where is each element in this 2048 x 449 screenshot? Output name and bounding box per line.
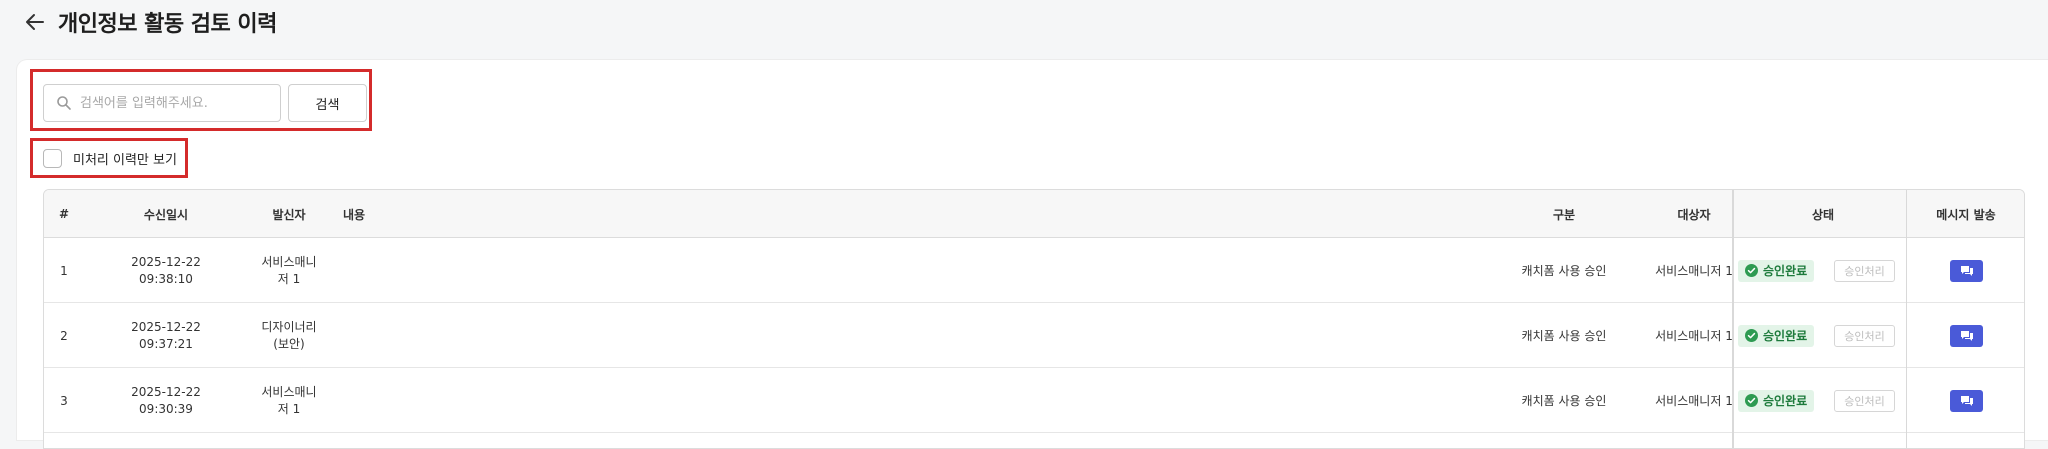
col-message: 메시지 발송 <box>1936 207 1996 222</box>
approve-button: 승인처리 <box>1834 389 1895 412</box>
table-row[interactable]: 3 2025-12-22 09:30:39 서비스매니 저 1 캐치폼 사용 승인 … <box>44 368 2024 433</box>
col-status: 상태 <box>1811 207 1835 222</box>
row-content <box>343 238 1443 303</box>
send-message-button[interactable] <box>1950 389 1983 412</box>
row-num: 2 <box>60 328 68 343</box>
row-target: 서비스매니저 1 <box>1655 264 1733 278</box>
send-message-button[interactable] <box>1950 259 1983 282</box>
table-header: # 수신일시 발신자 내용 구분 대상자 상태 메시지 발송 <box>44 190 2024 238</box>
row-received: 2025-12-22 09:38:10 <box>131 254 201 286</box>
page-title: 개인정보 활동 검토 이력 <box>58 12 277 37</box>
col-received: 수신일시 <box>143 207 189 222</box>
chat-bubbles-icon <box>1960 395 1973 406</box>
back-button[interactable] <box>22 9 48 35</box>
search-button[interactable]: 검색 <box>288 84 367 122</box>
unprocessed-checkbox[interactable] <box>43 148 62 168</box>
approve-action: 승인처리 <box>1834 368 1904 433</box>
row-sender: 디자이너리 (보안) <box>261 319 317 351</box>
column-divider-message <box>1906 190 1907 448</box>
unprocessed-filter-label: 미처리 이력만 보기 <box>73 152 177 168</box>
search-field[interactable] <box>80 95 270 111</box>
approve-button: 승인처리 <box>1834 324 1895 347</box>
row-target: 서비스매니저 1 <box>1655 394 1733 408</box>
table-row[interactable]: 1 2025-12-22 09:38:10 서비스매니 저 1 캐치폼 사용 승인 … <box>44 238 2024 303</box>
check-circle-icon <box>1745 329 1758 342</box>
approve-action: 승인처리 <box>1834 303 1904 368</box>
arrow-left-icon <box>26 14 44 30</box>
check-circle-icon <box>1745 264 1758 277</box>
unprocessed-filter[interactable]: 미처리 이력만 보기 <box>43 147 177 169</box>
approve-action: 승인처리 <box>1834 238 1904 303</box>
approve-button: 승인처리 <box>1834 259 1895 282</box>
row-received: 2025-12-22 09:37:21 <box>131 319 201 351</box>
table-row[interactable]: 2 2025-12-22 09:37:21 디자이너리 (보안) 캐치폼 사용 승인… <box>44 303 2024 368</box>
row-sender: 서비스매니 저 1 <box>261 384 317 416</box>
row-num: 1 <box>60 263 68 278</box>
col-sender: 발신자 <box>272 207 306 222</box>
row-received: 2025-12-22 09:30:39 <box>131 384 201 416</box>
col-num: # <box>58 207 70 221</box>
row-target: 서비스매니저 1 <box>1655 329 1733 343</box>
status-badge: 승인완료 <box>1738 303 1820 368</box>
row-content <box>343 303 1443 368</box>
status-badge: 승인완료 <box>1738 238 1820 303</box>
message-cell <box>1950 238 1983 303</box>
message-cell <box>1950 368 1983 433</box>
column-divider-status <box>1732 190 1734 448</box>
col-category: 구분 <box>1552 207 1576 222</box>
message-cell <box>1950 303 1983 368</box>
row-content <box>343 368 1443 433</box>
search-icon <box>56 95 72 111</box>
row-num: 3 <box>60 393 68 408</box>
row-category: 캐치폼 사용 승인 <box>1521 264 1607 278</box>
chat-bubbles-icon <box>1960 265 1973 276</box>
check-circle-icon <box>1745 394 1758 407</box>
row-category: 캐치폼 사용 승인 <box>1521 394 1607 408</box>
row-category: 캐치폼 사용 승인 <box>1521 329 1607 343</box>
search-input[interactable] <box>43 84 281 122</box>
col-target: 대상자 <box>1677 207 1711 222</box>
history-table: # 수신일시 발신자 내용 구분 대상자 상태 메시지 발송 1 2025-12… <box>43 189 2025 449</box>
page-header: 개인정보 활동 검토 이력 <box>0 0 2048 44</box>
col-content: 내용 <box>343 207 366 222</box>
send-message-button[interactable] <box>1950 324 1983 347</box>
status-badge: 승인완료 <box>1738 368 1820 433</box>
chat-bubbles-icon <box>1960 330 1973 341</box>
row-sender: 서비스매니 저 1 <box>261 254 317 286</box>
